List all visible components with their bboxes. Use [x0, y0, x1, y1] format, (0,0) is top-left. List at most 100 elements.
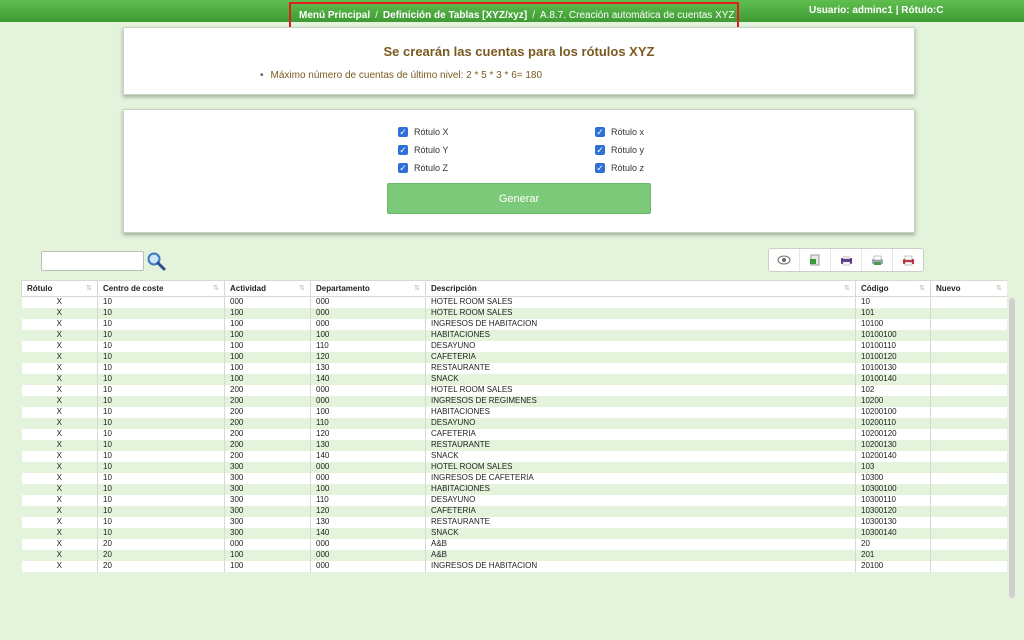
table-cell: X — [21, 428, 98, 440]
table-row[interactable]: X 10 300 000 INGRESOS DE CAFETERIA 10300 — [21, 472, 1007, 484]
col-header-nuevo[interactable]: Nuevo ⇅ — [930, 280, 1007, 297]
search-input[interactable] — [41, 251, 144, 271]
checkbox-rotulo-x-lower[interactable]: ✓ Rótulo x — [595, 127, 644, 137]
table-cell: 10 — [97, 439, 225, 451]
copy-icon[interactable] — [862, 249, 893, 271]
checkbox-rotulo-Y[interactable]: ✓ Rótulo Y — [398, 145, 448, 155]
table-row[interactable]: X 10 200 140 SNACK 10200140 — [21, 450, 1007, 462]
sort-icon: ⇅ — [919, 285, 925, 292]
table-cell — [930, 340, 1007, 352]
table-cell: CAFETERIA — [425, 351, 856, 363]
checkbox-rotulo-y-lower[interactable]: ✓ Rótulo y — [595, 145, 644, 155]
col-header-actividad[interactable]: Actividad ⇅ — [224, 280, 311, 297]
table-row[interactable]: X 10 100 110 DESAYUNO 10100110 — [21, 340, 1007, 352]
table-cell: A&B — [425, 549, 856, 561]
table-cell: 102 — [855, 384, 931, 396]
checkbox-rotulo-Z[interactable]: ✓ Rótulo Z — [398, 163, 448, 173]
table-cell: 300 — [224, 494, 311, 506]
checkbox-rotulo-z-lower[interactable]: ✓ Rótulo z — [595, 163, 644, 173]
table-cell — [930, 560, 1007, 572]
table-cell: INGRESOS DE CAFETERIA — [425, 472, 856, 484]
checkbox-rotulo-X[interactable]: ✓ Rótulo X — [398, 127, 449, 137]
table-cell: 120 — [310, 428, 426, 440]
table-cell: 20100 — [855, 560, 931, 572]
table-cell: 10100 — [855, 318, 931, 330]
table-cell: 10100100 — [855, 329, 931, 341]
table-cell: 200 — [224, 417, 311, 429]
table-cell: 10100110 — [855, 340, 931, 352]
table-row[interactable]: X 20 000 000 A&B 20 — [21, 538, 1007, 550]
table-cell: HOTEL ROOM SALES — [425, 296, 856, 308]
table-cell — [930, 395, 1007, 407]
table-row[interactable]: X 10 200 130 RESTAURANTE 10200130 — [21, 439, 1007, 451]
col-header-rotulo[interactable]: Rótulo ⇅ — [21, 280, 98, 297]
table-row[interactable]: X 10 200 120 CAFETERIA 10200120 — [21, 428, 1007, 440]
table-row[interactable]: X 10 100 140 SNACK 10100140 — [21, 373, 1007, 385]
table-cell: 10300120 — [855, 505, 931, 517]
table-row[interactable]: X 10 000 000 HOTEL ROOM SALES 10 — [21, 296, 1007, 308]
table-cell: 200 — [224, 395, 311, 407]
table-row[interactable]: X 10 300 100 HABITACIONES 10300100 — [21, 483, 1007, 495]
table-cell: X — [21, 538, 98, 550]
table-row[interactable]: X 20 100 000 A&B 201 — [21, 549, 1007, 561]
table-cell: 10200 — [855, 395, 931, 407]
breadcrumb-table-definition[interactable]: Definición de Tablas [XYZ/xyz] — [383, 10, 527, 21]
table-row[interactable]: X 10 300 140 SNACK 10300140 — [21, 527, 1007, 539]
table-cell — [930, 406, 1007, 418]
table-cell: 000 — [310, 461, 426, 473]
checkmark-icon[interactable]: ✓ — [398, 127, 408, 137]
table-cell: X — [21, 439, 98, 451]
table-row[interactable]: X 10 100 100 HABITACIONES 10100100 — [21, 329, 1007, 341]
eye-icon[interactable] — [769, 249, 800, 271]
table-cell: 100 — [224, 307, 311, 319]
table-row[interactable]: X 10 300 130 RESTAURANTE 10300130 — [21, 516, 1007, 528]
table-cell: 000 — [310, 538, 426, 550]
checkmark-icon[interactable]: ✓ — [398, 163, 408, 173]
col-header-centro-coste[interactable]: Centro de coste ⇅ — [97, 280, 225, 297]
col-header-departamento[interactable]: Departamento ⇅ — [310, 280, 426, 297]
table-cell: 10 — [97, 494, 225, 506]
generate-button[interactable]: Generar — [387, 183, 651, 214]
table-row[interactable]: X 10 300 120 CAFETERIA 10300120 — [21, 505, 1007, 517]
col-header-codigo[interactable]: Código ⇅ — [855, 280, 931, 297]
checkmark-icon[interactable]: ✓ — [595, 127, 605, 137]
table-cell: X — [21, 362, 98, 374]
table-cell — [930, 538, 1007, 550]
print-icon[interactable] — [831, 249, 862, 271]
table-cell: 000 — [310, 549, 426, 561]
table-cell — [930, 373, 1007, 385]
table-row[interactable]: X 10 300 000 HOTEL ROOM SALES 103 — [21, 461, 1007, 473]
table-cell: INGRESOS DE REGIMENES — [425, 395, 856, 407]
breadcrumb-main-menu[interactable]: Menú Principal — [299, 10, 370, 21]
table-row[interactable]: X 10 100 120 CAFETERIA 10100120 — [21, 351, 1007, 363]
table-cell: 10300130 — [855, 516, 931, 528]
table-cell: 10 — [97, 329, 225, 341]
search-icon[interactable] — [146, 251, 166, 271]
table-row[interactable]: X 10 100 000 HOTEL ROOM SALES 101 — [21, 307, 1007, 319]
table-row[interactable]: X 10 100 000 INGRESOS DE HABITACION 10100 — [21, 318, 1007, 330]
table-cell: 000 — [310, 560, 426, 572]
table-cell: 10200110 — [855, 417, 931, 429]
table-row[interactable]: X 10 200 000 INGRESOS DE REGIMENES 10200 — [21, 395, 1007, 407]
table-scrollbar[interactable] — [1009, 298, 1015, 598]
checkmark-icon[interactable]: ✓ — [595, 163, 605, 173]
table-row[interactable]: X 10 200 110 DESAYUNO 10200110 — [21, 417, 1007, 429]
table-cell: HOTEL ROOM SALES — [425, 461, 856, 473]
table-cell: X — [21, 472, 98, 484]
table-row[interactable]: X 10 200 100 HABITACIONES 10200100 — [21, 406, 1007, 418]
checkmark-icon[interactable]: ✓ — [398, 145, 408, 155]
csv-icon[interactable] — [800, 249, 831, 271]
col-header-descripcion[interactable]: Descripción ⇅ — [425, 280, 856, 297]
table-row[interactable]: X 20 100 000 INGRESOS DE HABITACION 20100 — [21, 560, 1007, 572]
table-cell — [930, 461, 1007, 473]
user-info: Usuario: adminc1 | Rótulo:C — [809, 5, 944, 16]
info-panel: Se crearán las cuentas para los rótulos … — [123, 27, 915, 95]
table-cell: HOTEL ROOM SALES — [425, 384, 856, 396]
table-cell: 10300140 — [855, 527, 931, 539]
table-row[interactable]: X 10 100 130 RESTAURANTE 10100130 — [21, 362, 1007, 374]
table-row[interactable]: X 10 300 110 DESAYUNO 10300110 — [21, 494, 1007, 506]
checkmark-icon[interactable]: ✓ — [595, 145, 605, 155]
table-cell: 10 — [97, 296, 225, 308]
pdf-icon[interactable] — [893, 249, 923, 271]
table-row[interactable]: X 10 200 000 HOTEL ROOM SALES 102 — [21, 384, 1007, 396]
